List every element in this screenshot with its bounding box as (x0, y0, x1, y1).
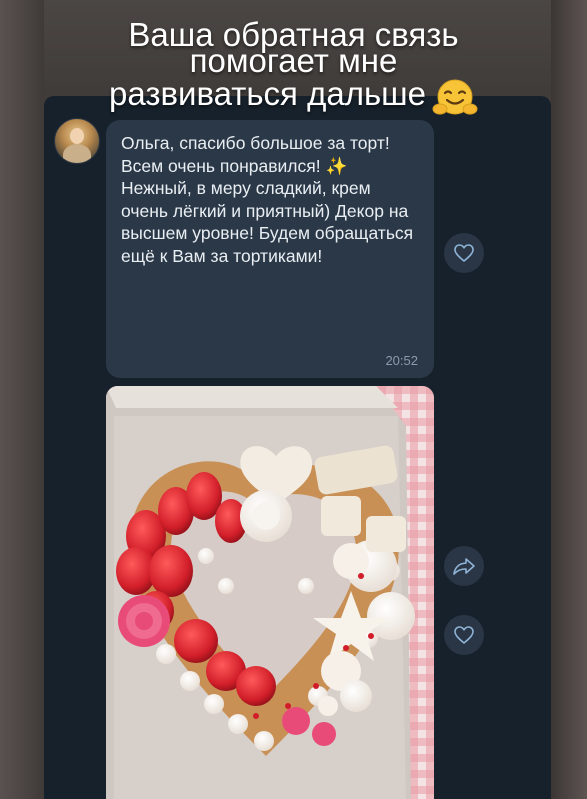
heart-outline-icon (454, 244, 474, 262)
caption-line-3: развиваться дальше (109, 75, 426, 112)
sparkle-icon: ✨ (325, 155, 348, 176)
avatar-face (70, 128, 84, 144)
message-bubble[interactable]: Ольга, спасибо большое за торт! Всем оче… (106, 120, 434, 378)
background-edge-right (551, 0, 587, 799)
message-time: 20:52 (385, 353, 418, 368)
like-button-text-message[interactable] (444, 233, 484, 273)
background-edge-left (0, 0, 44, 799)
cake-photo[interactable] (106, 386, 434, 799)
message-text: Ольга, спасибо большое за торт! Всем оче… (121, 132, 420, 268)
avatar-body (63, 144, 91, 163)
caption-line-3-wrap: развиваться дальше (109, 74, 478, 115)
caption-line-2: помогает мне (189, 42, 398, 79)
like-button-photo-message[interactable] (444, 615, 484, 655)
hugging-face-icon (432, 78, 478, 118)
share-arrow-icon (453, 558, 475, 575)
overlay-caption: Ваша обратная связь помогает мне развива… (0, 18, 587, 115)
sender-avatar[interactable] (54, 118, 100, 164)
heart-outline-icon (454, 626, 474, 644)
share-button[interactable] (444, 546, 484, 586)
message-text-part-1: Ольга, спасибо большое за торт! Всем оче… (121, 133, 395, 176)
